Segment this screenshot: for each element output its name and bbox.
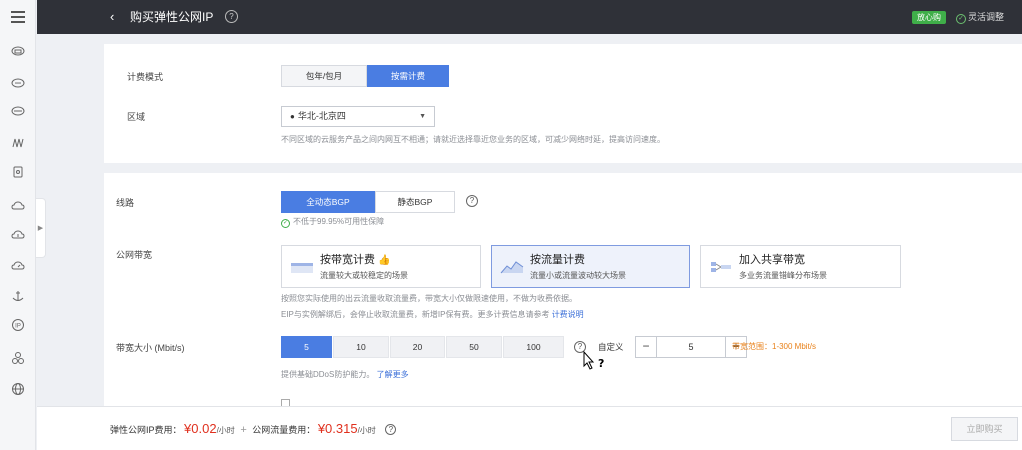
- billing-mode-selector: 包年/包月 按需计费: [281, 65, 449, 87]
- line-help-icon[interactable]: ?: [466, 195, 478, 207]
- bandwidth-option-5[interactable]: 5: [281, 336, 332, 358]
- traffic-icon: [500, 261, 524, 274]
- check-circle-icon: ✓: [281, 219, 290, 228]
- sidebar-collapse-toggle[interactable]: ▶: [36, 198, 46, 258]
- billing-info-link[interactable]: 计费说明: [552, 310, 584, 319]
- bandwidth-option-20[interactable]: 20: [390, 336, 445, 358]
- line-option-static-bgp[interactable]: 静态BGP: [375, 191, 455, 213]
- svg-text:IP: IP: [15, 324, 21, 330]
- bandwidth-size-selector: 5 10 20 50 100: [281, 336, 565, 358]
- card-title: 加入共享带宽: [739, 254, 805, 266]
- learn-more-link[interactable]: 了解更多: [377, 370, 409, 379]
- top-header: ‹ 购买弹性公网IP ? 放心购 ✓ 灵活调整: [37, 0, 1022, 34]
- shared-bandwidth-icon: [711, 262, 731, 272]
- cloud-upload-icon[interactable]: [10, 228, 26, 244]
- card-bandwidth-billing[interactable]: 按带宽计费 👍 流量较大或较稳定的场景: [281, 245, 481, 288]
- location-pin-icon: ●: [290, 112, 295, 121]
- storage-box-icon[interactable]: [10, 165, 26, 181]
- network-config-panel: 线路 全动态BGP 静态BGP ? ✓ 不低于99.95%可用性保障 公网带宽 按…: [104, 173, 1022, 408]
- traffic-note-line1: 按照您实际使用的出云流量收取流量费，带宽大小仅做限速使用，不做为收费依据。: [281, 294, 577, 303]
- menu-icon[interactable]: [0, 0, 36, 34]
- billing-option-yearly[interactable]: 包年/包月: [281, 65, 367, 87]
- traffic-price: ¥0.315: [317, 421, 358, 436]
- cloud-dots-icon[interactable]: [10, 76, 26, 92]
- minus-button[interactable]: −: [636, 337, 656, 357]
- billing-option-on-demand[interactable]: 按需计费: [367, 65, 449, 87]
- check-circle-icon: ✓: [956, 14, 966, 24]
- ddos-note: 提供基础DDoS防护能力。 了解更多: [281, 370, 409, 379]
- eip-fee-label: 弹性公网IP费用：: [110, 425, 182, 435]
- eip-price: ¥0.02: [184, 421, 217, 436]
- card-subtitle: 流量较大或较稳定的场景: [320, 271, 408, 280]
- cluster-icon[interactable]: [10, 351, 26, 367]
- line-label: 线路: [116, 198, 135, 208]
- bandwidth-range: 带宽范围：1-300 Mbit/s: [732, 342, 817, 351]
- help-cursor-icon: ?: [583, 351, 604, 370]
- left-sidebar: IP: [0, 0, 36, 450]
- cloud-icon[interactable]: [10, 199, 26, 215]
- chevron-left-icon[interactable]: ‹: [110, 9, 114, 25]
- page-title: 购买弹性公网IP: [130, 10, 214, 24]
- card-subtitle: 多业务流量错峰分布场景: [739, 271, 827, 280]
- card-shared-bandwidth[interactable]: 加入共享带宽 多业务流量错峰分布场景: [700, 245, 901, 288]
- region-value: 华北-北京四: [297, 111, 346, 121]
- traffic-note-line2: EIP与实例解绑后，会停止收取流量费，新增IP保有费。更多计费信息请参考 计费说…: [281, 310, 584, 319]
- assurance-badge: 放心购: [912, 11, 946, 24]
- globe-icon[interactable]: [10, 382, 26, 398]
- billing-mode-label: 计费模式: [127, 72, 164, 82]
- flexible-adjust-label: 灵活调整: [968, 12, 1005, 22]
- bandwidth-type-label: 公网带宽: [116, 250, 153, 260]
- database-icon[interactable]: [10, 104, 26, 120]
- thumbs-up-icon: 👍: [378, 255, 391, 266]
- bandwidth-option-50[interactable]: 50: [446, 336, 502, 358]
- plus-sign: +: [240, 424, 247, 436]
- bandwidth-size-label: 带宽大小 (Mbit/s): [116, 343, 185, 353]
- availability-text: 不低于99.95%可用性保障: [293, 217, 385, 226]
- question-circle-icon[interactable]: ?: [225, 10, 238, 23]
- availability-note: ✓ 不低于99.95%可用性保障: [281, 216, 384, 228]
- fee-summary: 弹性公网IP费用： ¥0.02/小时 + 公网流量费用： ¥0.315/小时 ?: [110, 421, 397, 439]
- traffic-unit: /小时: [357, 426, 376, 435]
- traffic-fee-label: 公网流量费用：: [252, 425, 316, 435]
- billing-region-panel: 计费模式 包年/包月 按需计费 区域 ● 华北-北京四 ▼ 不同区域的云服务产品之…: [104, 44, 1022, 163]
- bandwidth-option-10[interactable]: 10: [333, 336, 389, 358]
- region-label: 区域: [127, 112, 146, 122]
- line-option-dynamic-bgp[interactable]: 全动态BGP: [281, 191, 375, 213]
- caret-down-icon: ▼: [419, 113, 426, 120]
- region-select[interactable]: ● 华北-北京四 ▼: [281, 106, 435, 127]
- ip-icon[interactable]: IP: [10, 318, 26, 334]
- bandwidth-stepper: − 5 +: [635, 336, 747, 358]
- price-footer: 弹性公网IP费用： ¥0.02/小时 + 公网流量费用： ¥0.315/小时 ?…: [37, 406, 1022, 450]
- price-help-icon[interactable]: ?: [385, 424, 397, 435]
- buy-now-button[interactable]: 立即购买: [951, 417, 1018, 441]
- bandwidth-value[interactable]: 5: [656, 337, 726, 357]
- region-note: 不同区域的云服务产品之间内网互不相通；请就近选择靠近您业务的区域，可减少网络时延…: [281, 135, 665, 144]
- bandwidth-option-100[interactable]: 100: [503, 336, 564, 358]
- eip-unit: /小时: [216, 426, 235, 435]
- card-title: 按带宽计费 👍: [320, 254, 391, 266]
- flexible-adjust[interactable]: ✓ 灵活调整: [956, 10, 1004, 24]
- svg-text:?: ?: [598, 357, 604, 370]
- line-selector: 全动态BGP 静态BGP: [281, 191, 455, 213]
- bandwidth-icon: [291, 263, 313, 273]
- anchor-icon[interactable]: [10, 289, 26, 305]
- cloud-gauge-icon[interactable]: [10, 259, 26, 275]
- card-subtitle: 流量小或流量波动较大场景: [530, 271, 626, 280]
- card-traffic-billing[interactable]: 按流量计费 流量小或流量波动较大场景: [491, 245, 690, 288]
- cloud-server-icon[interactable]: [10, 44, 26, 60]
- network-icon[interactable]: [10, 136, 26, 152]
- card-title: 按流量计费: [530, 254, 585, 266]
